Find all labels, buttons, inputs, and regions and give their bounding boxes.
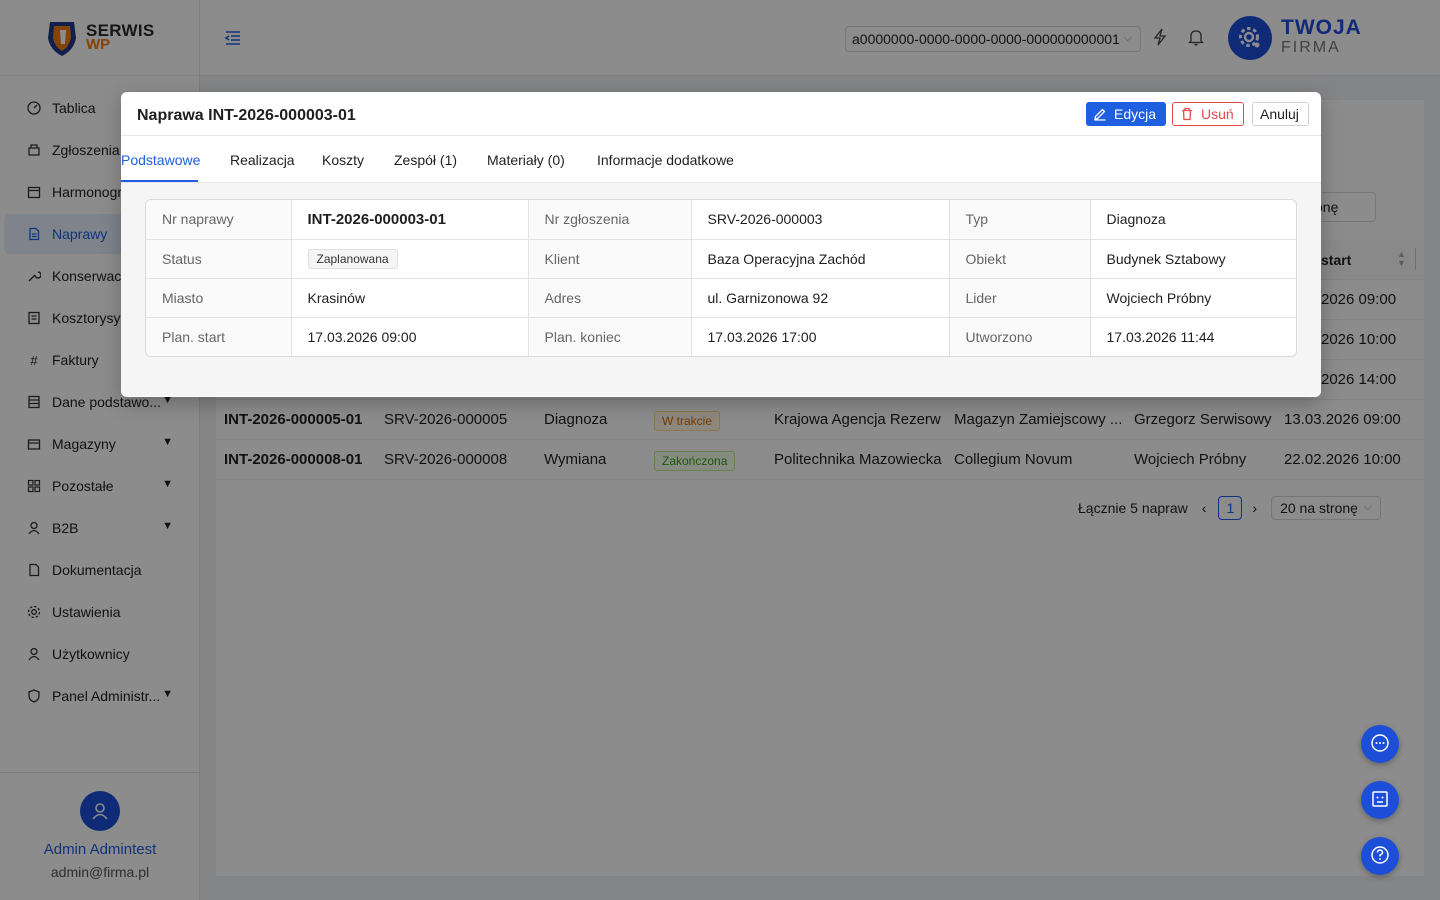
tab-realizacja[interactable]: Realizacja (230, 152, 295, 168)
details-row: Nr naprawy INT-2026-000003-01 Nr zgłosze… (146, 200, 1296, 240)
edit-button[interactable]: Edycja (1086, 102, 1166, 126)
field-label: Utworzono (949, 317, 1091, 356)
status-badge: Zaplanowana (307, 248, 398, 269)
tab-zespol[interactable]: Zespół (1) (394, 152, 457, 168)
edit-button-label: Edycja (1114, 106, 1157, 122)
chat-icon (1370, 733, 1390, 756)
tab-podstawowe[interactable]: Podstawowe (121, 152, 200, 168)
repair-details-table: Nr naprawy INT-2026-000003-01 Nr zgłosze… (145, 199, 1297, 357)
field-plan-koniec: 17.03.2026 17:00 (691, 317, 950, 356)
field-label: Nr zgłoszenia (528, 200, 692, 240)
tab-materialy[interactable]: Materiały (0) (487, 152, 565, 168)
field-label: Klient (528, 239, 692, 279)
field-miasto: Krasinów (291, 278, 529, 318)
field-utworzono: 17.03.2026 11:44 (1106, 328, 1215, 345)
chat-button[interactable] (1361, 725, 1399, 763)
details-row: Status Zaplanowana Klient Baza Operacyjn… (146, 239, 1296, 279)
tab-koszty[interactable]: Koszty (322, 152, 364, 168)
tab-informacje-dodatkowe[interactable]: Informacje dodatkowe (597, 152, 734, 168)
active-tab-indicator (121, 180, 198, 182)
details-row: Miasto Krasinów Adres ul. Garnizonowa 92… (146, 278, 1296, 318)
field-label: Plan. koniec (528, 317, 692, 356)
field-lider: Wojciech Próbny (1090, 278, 1296, 318)
robot-icon (1370, 789, 1390, 812)
field-typ: Diagnoza (1090, 200, 1296, 240)
cancel-button-label: Anuluj (1260, 106, 1299, 122)
field-plan-start: 17.03.2026 09:00 (291, 317, 529, 356)
details-row: Plan. start 17.03.2026 09:00 Plan. konie… (146, 317, 1296, 356)
delete-button[interactable]: Usuń (1172, 102, 1244, 126)
trash-icon (1180, 107, 1194, 121)
field-label: Adres (528, 278, 692, 318)
field-label: Nr naprawy (146, 200, 292, 240)
pencil-icon (1093, 107, 1107, 121)
field-label: Obiekt (949, 239, 1091, 279)
field-label: Lider (949, 278, 1091, 318)
delete-button-label: Usuń (1201, 106, 1234, 122)
field-adres: ul. Garnizonowa 92 (691, 278, 950, 318)
modal-title: Naprawa INT-2026-000003-01 (137, 107, 356, 124)
field-status: Zaplanowana (291, 239, 529, 279)
repair-details-modal: Naprawa INT-2026-000003-01 Edycja Usuń A… (121, 92, 1321, 397)
field-label: Miasto (146, 278, 292, 318)
cancel-button[interactable]: Anuluj (1252, 102, 1309, 126)
field-label: Typ (949, 200, 1091, 240)
field-nr-zgloszenia: SRV-2026-000003 (691, 200, 950, 240)
assistant-button[interactable] (1361, 781, 1399, 819)
question-icon (1370, 845, 1390, 868)
modal-tabs: Podstawowe Realizacja Koszty Zespół (1) … (121, 136, 1321, 183)
field-nr-naprawy: INT-2026-000003-01 (291, 200, 529, 240)
field-obiekt: Budynek Sztabowy (1090, 239, 1296, 279)
field-klient: Baza Operacyjna Zachód (691, 239, 950, 279)
modal-header: Naprawa INT-2026-000003-01 Edycja Usuń A… (121, 92, 1321, 136)
field-label: Status (146, 239, 292, 279)
help-button[interactable] (1361, 837, 1399, 875)
field-label: Plan. start (146, 317, 292, 356)
modal-body: Nr naprawy INT-2026-000003-01 Nr zgłosze… (121, 183, 1321, 396)
